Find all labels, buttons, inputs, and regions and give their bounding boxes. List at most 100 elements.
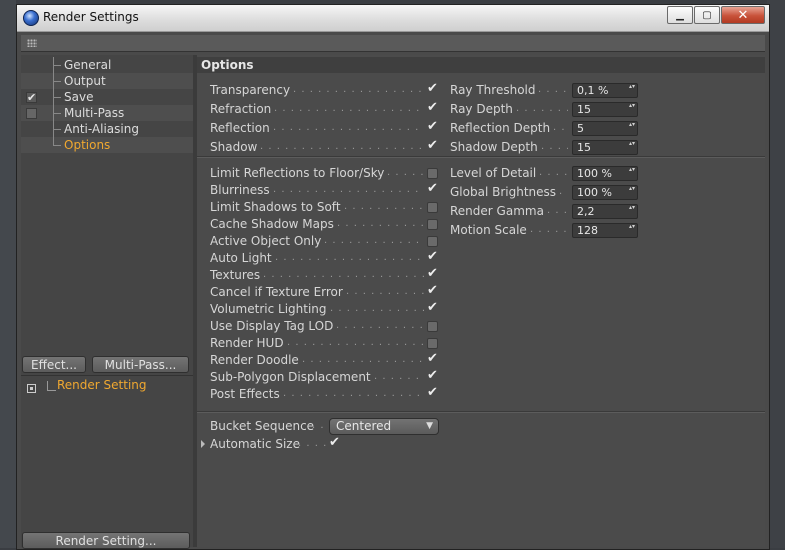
leader-dots: . . . . . . — [298, 438, 326, 449]
multi-pass-button[interactable]: Multi-Pass... — [92, 356, 189, 373]
minimize-button[interactable]: ▁ — [667, 6, 693, 24]
tree-item-label: Save — [64, 90, 94, 104]
title-bar[interactable]: Render Settings ▁ ▢ ✕ — [17, 5, 769, 32]
use-display-tag-lod-label: Use Display Tag LOD — [210, 319, 334, 333]
effect-button[interactable]: Effect... — [22, 356, 86, 373]
bucket-sequence-label: Bucket Sequence — [210, 419, 315, 433]
ray-threshold-spinner[interactable]: 0,1 % — [572, 83, 638, 98]
options-panel: Options Transparency . . . . . . . . . . … — [197, 55, 765, 547]
tree-item-save[interactable]: Save — [21, 89, 193, 106]
sub-polygon-displacement-label: Sub-Polygon Displacement — [210, 370, 371, 384]
auto-light-label: Auto Light — [210, 251, 272, 265]
ray-depth-spinner[interactable]: 15 — [572, 102, 638, 117]
use-display-tag-lod-checkbox[interactable] — [427, 321, 438, 332]
cache-shadow-maps-label: Cache Shadow Maps — [210, 217, 334, 231]
close-icon: ✕ — [737, 7, 749, 23]
active-object-only-checkbox[interactable] — [427, 236, 438, 247]
global-brightness-row: Global Brightness. . . . . . . . . . . .… — [450, 184, 642, 200]
chevron-down-icon: ▼ — [426, 421, 433, 431]
tree-connector — [53, 73, 63, 89]
shadow-depth-spinner[interactable]: 15 — [572, 140, 638, 155]
cancel-if-texture-error-label: Cancel if Texture Error — [210, 285, 343, 299]
close-button[interactable]: ✕ — [721, 6, 765, 24]
tree-item-general[interactable]: General — [21, 57, 193, 73]
leader-dots: . . . . . . . . . . . . . . . . . . . . … — [275, 252, 424, 263]
maximize-button[interactable]: ▢ — [694, 6, 720, 24]
global-brightness-label: Global Brightness — [450, 185, 557, 199]
leader-dots: . . . . . . . . . . . . . . . . . . . . … — [559, 186, 568, 197]
textures-checkbox[interactable] — [427, 266, 438, 282]
motion-scale-value: 128 — [577, 224, 598, 237]
shadow-checkbox[interactable] — [427, 138, 438, 154]
automatic-size-row: Automatic Size . . . . . . — [197, 435, 397, 452]
active-object-only-row: Active Object Only. . . . . . . . . . . … — [210, 233, 441, 249]
render-doodle-checkbox[interactable] — [427, 351, 438, 367]
render-hud-label: Render HUD — [210, 336, 284, 350]
reflection-checkbox[interactable] — [427, 119, 438, 135]
render-hud-checkbox[interactable] — [427, 338, 438, 349]
render-hud-row: Render HUD. . . . . . . . . . . . . . . … — [210, 335, 441, 351]
leader-dots: . . . . . . . . . . . . . . . . . . . . … — [547, 205, 568, 216]
auto-light-checkbox[interactable] — [427, 249, 438, 265]
limit-reflections-to-floor-sky-checkbox[interactable] — [427, 168, 438, 179]
leader-dots: . . . . . . . . . . . . . . . . . . . . … — [273, 122, 424, 133]
level-of-detail-spinner[interactable]: 100 % — [572, 166, 638, 181]
motion-scale-spinner[interactable]: 128 — [572, 223, 638, 238]
refraction-row: Refraction. . . . . . . . . . . . . . . … — [210, 100, 441, 117]
reflection-depth-label: Reflection Depth — [450, 121, 551, 135]
reflection-depth-value: 5 — [577, 122, 584, 135]
expand-triangle-icon[interactable] — [201, 440, 205, 448]
render-setting-button[interactable]: Render Setting... — [22, 532, 190, 549]
section-header: Options — [197, 57, 765, 73]
tree-item-anti-aliasing[interactable]: Anti-Aliasing — [21, 121, 193, 137]
blurriness-checkbox[interactable] — [427, 181, 438, 197]
cancel-if-texture-error-checkbox[interactable] — [427, 283, 438, 299]
render-gamma-spinner[interactable]: 2,2 — [572, 204, 638, 219]
active-object-only-label: Active Object Only — [210, 234, 322, 248]
tree-connector — [53, 89, 63, 105]
automatic-size-checkbox[interactable] — [329, 435, 340, 451]
volumetric-lighting-checkbox[interactable] — [427, 300, 438, 316]
transparency-checkbox[interactable] — [427, 81, 438, 97]
render-setting-list: Render Setting — [21, 375, 193, 526]
refraction-checkbox[interactable] — [427, 100, 438, 116]
global-brightness-spinner[interactable]: 100 % — [572, 185, 638, 200]
bucket-sequence-dropdown[interactable]: Centered ▼ — [329, 418, 439, 435]
tree-connector — [53, 57, 63, 73]
shadow-row: Shadow. . . . . . . . . . . . . . . . . … — [210, 138, 441, 155]
post-effects-checkbox[interactable] — [427, 385, 438, 401]
ray-depth-row: Ray Depth. . . . . . . . . . . . . . . .… — [450, 101, 642, 117]
ray-depth-value: 15 — [577, 103, 591, 116]
blurriness-label: Blurriness — [210, 183, 270, 197]
tree-item-multi-pass[interactable]: Multi-Pass — [21, 105, 193, 121]
tree-checkbox-multi-pass[interactable] — [26, 108, 37, 119]
post-effects-label: Post Effects — [210, 387, 280, 401]
render-setting-item[interactable]: Render Setting — [57, 378, 147, 392]
leader-dots: . . . . . . . . . . . . . . . . . . . . … — [274, 103, 424, 114]
leader-dots: . . . . . . . . . . . . . . . . . . . . … — [260, 141, 424, 152]
bucket-sequence-value: Centered — [336, 419, 392, 433]
grip-icon[interactable] — [27, 39, 37, 47]
leader-dots: . . . . . . . . . . . . . . . . . . . . … — [553, 122, 568, 133]
refraction-label: Refraction — [210, 102, 272, 116]
leader-dots: . . . . . . . . . . . . . . . . . . . . … — [337, 218, 424, 229]
tree-item-label: Anti-Aliasing — [64, 122, 139, 136]
transparency-label: Transparency — [210, 83, 291, 97]
settings-tree-panel: General Output Save Multi-Pass Anti-Aliasing… — [21, 55, 193, 549]
limit-shadows-to-soft-checkbox[interactable] — [427, 202, 438, 213]
reflection-depth-spinner[interactable]: 5 — [572, 121, 638, 136]
tree-checkbox-save[interactable] — [26, 90, 37, 106]
render-doodle-label: Render Doodle — [210, 353, 299, 367]
leader-dots: . . . . . . . . . . . . . . . . . . . . … — [530, 224, 568, 235]
leader-dots: . . . . . . . . . . . . . . . . . . . . … — [287, 337, 424, 348]
expand-icon[interactable] — [27, 384, 36, 393]
cache-shadow-maps-checkbox[interactable] — [427, 219, 438, 230]
volumetric-lighting-row: Volumetric Lighting. . . . . . . . . . .… — [210, 300, 441, 317]
tree-item-output[interactable]: Output — [21, 73, 193, 89]
sub-polygon-displacement-checkbox[interactable] — [427, 368, 438, 384]
motion-scale-label: Motion Scale — [450, 223, 527, 237]
use-display-tag-lod-row: Use Display Tag LOD. . . . . . . . . . .… — [210, 318, 441, 334]
group-separator — [197, 411, 765, 413]
tree-item-options[interactable]: Options — [21, 137, 193, 153]
tree-connector — [53, 137, 63, 153]
